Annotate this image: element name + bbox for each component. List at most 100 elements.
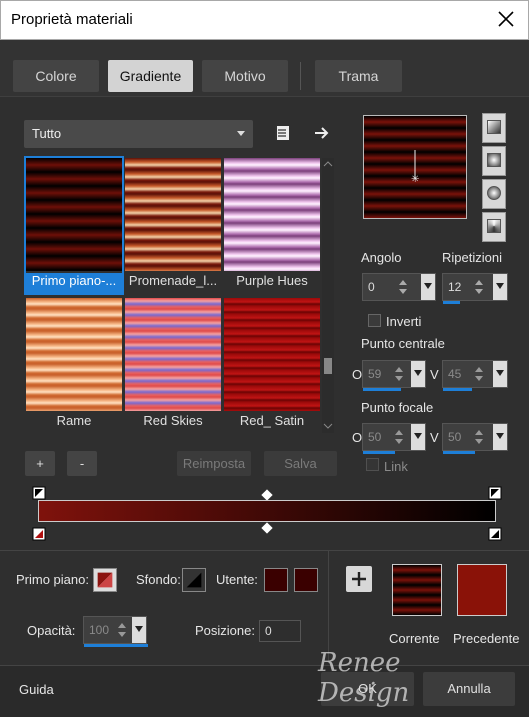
repeats-label: Ripetizioni bbox=[442, 250, 502, 265]
gallery-item-label: Promenade_l... bbox=[128, 273, 218, 288]
tab-bar: Colore Gradiente Motivo Trama bbox=[0, 40, 529, 97]
library-icon[interactable] bbox=[271, 122, 293, 144]
gallery-item[interactable]: Promenade_l... bbox=[125, 158, 221, 293]
gradient-gallery: Primo piano-... Promenade_l... Purple Hu… bbox=[24, 156, 324, 433]
center-v-label: V bbox=[430, 367, 439, 382]
stop-marker-icon[interactable] bbox=[488, 486, 502, 500]
focal-h-label: O bbox=[352, 430, 363, 445]
focal-h-level-bar bbox=[363, 451, 395, 454]
add-gradient-button[interactable]: + bbox=[25, 451, 55, 476]
background-source-icon[interactable] bbox=[182, 568, 206, 592]
center-h-value: 59 bbox=[368, 367, 382, 381]
spin-arrows-icon[interactable] bbox=[473, 363, 485, 385]
tab-motivo[interactable]: Motivo bbox=[202, 60, 288, 92]
center-h-level-bar bbox=[363, 388, 401, 391]
add-to-swatches-button[interactable] bbox=[346, 566, 372, 592]
arrow-right-icon[interactable] bbox=[311, 122, 333, 144]
spin-arrows-icon[interactable] bbox=[397, 276, 409, 298]
gallery-item[interactable]: Red_ Satin bbox=[224, 298, 320, 433]
spin-arrows-icon[interactable] bbox=[393, 363, 405, 385]
position-field[interactable]: 0 bbox=[259, 620, 301, 642]
foreground-label: Primo piano: bbox=[16, 572, 89, 587]
gallery-item-label: Rame bbox=[56, 413, 92, 428]
tab-gradiente[interactable]: Gradiente bbox=[108, 60, 193, 92]
focal-v-dropdown-button[interactable] bbox=[493, 424, 507, 450]
user-label: Utente: bbox=[216, 572, 258, 587]
focal-v-label: V bbox=[430, 430, 439, 445]
radial-type-button[interactable] bbox=[482, 212, 506, 242]
position-value: 0 bbox=[265, 624, 272, 638]
center-h-spinner[interactable]: 59 bbox=[362, 360, 426, 391]
midpoint-handle[interactable] bbox=[261, 522, 273, 534]
focal-h-dropdown-button[interactable] bbox=[411, 424, 425, 450]
focal-v-level-bar bbox=[443, 451, 475, 454]
center-v-dropdown-button[interactable] bbox=[493, 361, 507, 387]
cancel-button[interactable]: Annulla bbox=[423, 672, 515, 706]
opacity-spinner[interactable]: 100 bbox=[83, 616, 148, 647]
gallery-scrollbar[interactable] bbox=[322, 158, 334, 433]
sunburst-type-button[interactable] bbox=[482, 179, 506, 209]
focal-h-spinner[interactable]: 50 bbox=[362, 423, 426, 454]
gradient-bar[interactable] bbox=[38, 500, 496, 522]
center-h-dropdown-button[interactable] bbox=[411, 361, 425, 387]
category-value: Tutto bbox=[32, 126, 62, 141]
link-label: Link bbox=[384, 459, 408, 474]
dialog-body: Colore Gradiente Motivo Trama Tutto Prim… bbox=[0, 40, 529, 717]
previous-swatch[interactable] bbox=[457, 564, 507, 616]
window-title: Proprietà materiali bbox=[11, 11, 133, 28]
save-gradient-button[interactable]: Salva bbox=[264, 451, 337, 476]
stop-marker-icon[interactable] bbox=[488, 527, 502, 541]
reset-button[interactable]: Reimposta bbox=[177, 451, 251, 476]
help-link[interactable]: Guida bbox=[19, 682, 54, 697]
invert-checkbox[interactable] bbox=[368, 314, 381, 327]
center-h-label: O bbox=[352, 367, 363, 382]
spin-arrows-icon[interactable] bbox=[473, 426, 485, 448]
linear-type-button[interactable] bbox=[482, 113, 506, 143]
gradient-swatch bbox=[26, 158, 122, 271]
gallery-item[interactable]: Red Skies bbox=[125, 298, 221, 433]
focal-v-value: 50 bbox=[448, 430, 462, 444]
spin-arrows-icon[interactable] bbox=[393, 426, 405, 448]
spin-arrows-icon[interactable] bbox=[473, 276, 485, 298]
gallery-item[interactable]: Purple Hues bbox=[224, 158, 320, 293]
opacity-value: 100 bbox=[89, 623, 110, 637]
user-color-swatch[interactable] bbox=[264, 568, 288, 592]
category-dropdown[interactable]: Tutto bbox=[24, 120, 253, 148]
foreground-source-icon[interactable] bbox=[93, 568, 117, 592]
gallery-item[interactable]: Primo piano-... bbox=[24, 156, 124, 295]
angle-spinner[interactable]: 0 bbox=[362, 273, 436, 301]
angle-value: 0 bbox=[368, 280, 375, 294]
user-color-swatch[interactable] bbox=[294, 568, 318, 592]
focal-v-spinner[interactable]: 50 bbox=[442, 423, 508, 454]
opacity-level-bar bbox=[84, 644, 148, 647]
invert-label: Inverti bbox=[386, 314, 422, 329]
chevron-down-icon bbox=[237, 131, 245, 136]
ok-button[interactable]: OK bbox=[321, 672, 414, 706]
stop-marker-icon[interactable] bbox=[32, 527, 46, 541]
tab-divider bbox=[300, 62, 301, 90]
rectangular-type-button[interactable] bbox=[482, 146, 506, 176]
link-checkbox[interactable] bbox=[366, 458, 379, 471]
scroll-up-icon[interactable] bbox=[323, 160, 333, 168]
gradient-preview[interactable]: ✳ bbox=[363, 115, 467, 219]
tab-trama[interactable]: Trama bbox=[315, 60, 402, 92]
gallery-item-label: Primo piano-... bbox=[26, 273, 122, 293]
repeats-dropdown-button[interactable] bbox=[493, 274, 507, 300]
tab-colore[interactable]: Colore bbox=[13, 60, 99, 92]
repeats-level-bar bbox=[443, 301, 460, 304]
scroll-down-icon[interactable] bbox=[323, 422, 333, 430]
gradient-swatch bbox=[224, 298, 320, 411]
close-icon[interactable] bbox=[494, 7, 518, 31]
remove-gradient-button[interactable]: - bbox=[67, 451, 97, 476]
scrollbar-thumb[interactable] bbox=[324, 358, 332, 374]
spin-arrows-icon[interactable] bbox=[116, 619, 128, 641]
gradient-swatch bbox=[26, 298, 122, 411]
stop-marker-icon[interactable] bbox=[32, 486, 46, 500]
gallery-item[interactable]: Rame bbox=[26, 298, 122, 433]
opacity-dropdown-button[interactable] bbox=[132, 617, 146, 643]
midpoint-handle[interactable] bbox=[261, 489, 273, 501]
repeats-spinner[interactable]: 12 bbox=[442, 273, 508, 304]
angle-dropdown-button[interactable] bbox=[421, 274, 435, 300]
center-v-spinner[interactable]: 45 bbox=[442, 360, 508, 391]
center-handle-icon[interactable]: ✳ bbox=[364, 116, 468, 220]
